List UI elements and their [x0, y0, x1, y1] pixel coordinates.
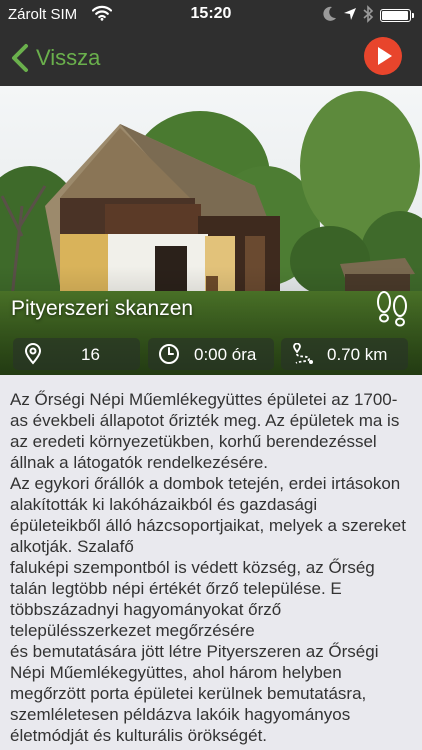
- status-bar: Zárolt SIM 15:20: [0, 0, 422, 30]
- footsteps-icon: [372, 290, 412, 335]
- description-text: Az Őrségi Népi Műemlékegyüttes épületei …: [10, 390, 406, 745]
- location-arrow-icon: [343, 7, 357, 26]
- battery-icon: [380, 9, 414, 22]
- play-icon: [378, 47, 392, 65]
- tour-description[interactable]: Az Őrségi Népi Műemlékegyüttes épületei …: [0, 375, 422, 750]
- distance-stat: 0.70 km: [281, 338, 408, 370]
- play-button[interactable]: [364, 37, 402, 75]
- route-icon: [291, 342, 315, 370]
- hero-photo: [0, 86, 422, 375]
- clock-time: 15:20: [190, 5, 232, 22]
- clock-icon: [158, 343, 180, 370]
- back-button[interactable]: Vissza: [10, 40, 100, 76]
- map-pin-icon: [23, 343, 43, 370]
- bluetooth-icon: [362, 5, 374, 28]
- chevron-left-icon: [12, 44, 28, 72]
- stops-stat: 16: [13, 338, 140, 370]
- duration-stat: 0:00 óra: [148, 338, 274, 370]
- back-label: Vissza: [36, 45, 101, 70]
- distance-value: 0.70 km: [327, 345, 388, 364]
- duration-value: 0:00 óra: [194, 345, 257, 364]
- stops-count: 16: [81, 345, 100, 364]
- navigation-bar: Vissza: [0, 30, 422, 86]
- tour-hero: Pityerszeri skanzen 16 0:00 óra 0.70 km: [0, 86, 422, 375]
- tour-title: Pityerszeri skanzen: [11, 297, 194, 320]
- moon-icon: [323, 6, 337, 27]
